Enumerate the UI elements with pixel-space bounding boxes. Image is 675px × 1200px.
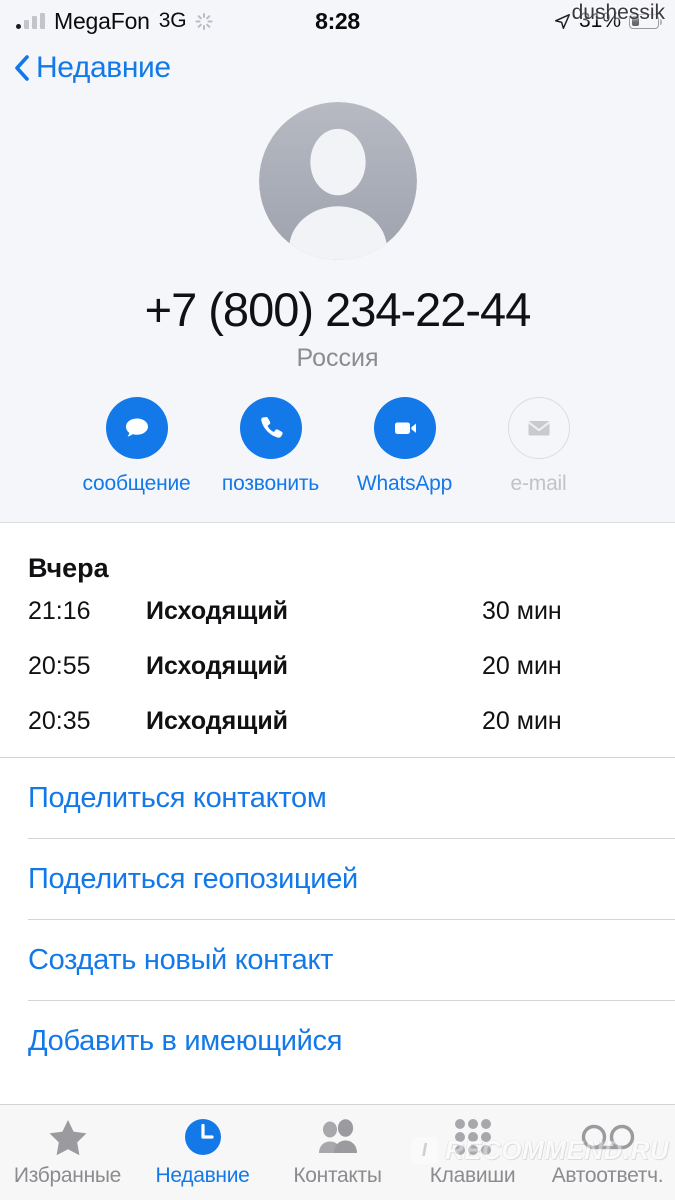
location-arrow-icon bbox=[554, 13, 570, 29]
voicemail-icon bbox=[581, 1117, 635, 1157]
call-action-button[interactable]: позвонить bbox=[204, 397, 338, 496]
create-new-contact-label: Создать новый контакт bbox=[28, 943, 334, 976]
table-row[interactable]: 21:16 Исходящий 30 мин bbox=[0, 584, 675, 639]
email-action-button: e-mail bbox=[472, 397, 606, 496]
call-time: 21:16 bbox=[28, 597, 91, 625]
email-action-label: e-mail bbox=[510, 472, 567, 495]
clock-icon bbox=[183, 1117, 223, 1157]
tab-bar: Избранные Недавние Контакты Клавиши Авто… bbox=[0, 1104, 675, 1200]
call-type: Исходящий bbox=[146, 707, 289, 735]
phone-handset-icon bbox=[260, 416, 283, 438]
default-person-avatar-icon bbox=[258, 102, 417, 260]
table-row[interactable]: 20:35 Исходящий 20 мин bbox=[0, 694, 675, 749]
table-row[interactable]: 20:55 Исходящий 20 мин bbox=[0, 639, 675, 694]
phone-screen: MegaFon 3G 8:28 31% dushessik Недавние +… bbox=[0, 0, 675, 1200]
add-to-existing-contact-button[interactable]: Добавить в имеющийся bbox=[0, 1001, 675, 1081]
tab-favorites[interactable]: Избранные bbox=[0, 1117, 135, 1188]
call-history-title: Вчера bbox=[28, 553, 109, 583]
call-button-circle bbox=[239, 397, 302, 459]
envelope-icon bbox=[527, 421, 550, 436]
whatsapp-button-circle bbox=[373, 397, 436, 459]
share-location-button[interactable]: Поделиться геопозицией bbox=[0, 839, 675, 919]
email-button-circle bbox=[507, 397, 570, 459]
carrier-name: MegaFon bbox=[54, 7, 150, 34]
battery-icon bbox=[629, 13, 663, 29]
status-bar-right: 31% bbox=[554, 9, 663, 33]
people-icon bbox=[316, 1117, 360, 1157]
back-button-label: Недавние bbox=[36, 51, 171, 84]
avatar bbox=[258, 102, 417, 260]
tab-favorites-label: Избранные bbox=[13, 1164, 122, 1187]
contact-options-list: Поделиться контактом Поделиться геопозиц… bbox=[0, 758, 675, 1081]
back-button[interactable]: Недавние bbox=[14, 51, 171, 85]
phone-number: +7 (800) 234-22-44 bbox=[144, 283, 532, 336]
star-icon bbox=[48, 1117, 88, 1157]
call-duration: 20 мин bbox=[482, 707, 562, 735]
action-buttons-row: сообщение позвонить WhatsApp e-mail bbox=[70, 397, 606, 496]
share-contact-button[interactable]: Поделиться контактом bbox=[0, 758, 675, 838]
add-to-existing-label: Добавить в имеющийся bbox=[28, 1024, 343, 1057]
tab-keypad-label: Клавиши bbox=[429, 1164, 516, 1187]
message-action-label: сообщение bbox=[82, 472, 191, 495]
signal-bars-icon bbox=[16, 13, 45, 29]
activity-spinner-icon bbox=[195, 12, 213, 30]
whatsapp-action-label: WhatsApp bbox=[356, 472, 453, 495]
whatsapp-action-button[interactable]: WhatsApp bbox=[338, 397, 472, 496]
call-history-section: Вчера 21:16 Исходящий 30 мин 20:55 Исход… bbox=[0, 523, 675, 758]
call-type: Исходящий bbox=[146, 652, 289, 680]
tab-contacts-label: Контакты bbox=[293, 1164, 382, 1187]
tab-contacts[interactable]: Контакты bbox=[270, 1117, 405, 1188]
share-contact-label: Поделиться контактом bbox=[28, 781, 327, 814]
tab-recents-label: Недавние bbox=[155, 1164, 250, 1187]
call-duration: 30 мин bbox=[482, 597, 562, 625]
status-bar: MegaFon 3G 8:28 31% dushessik bbox=[0, 0, 675, 42]
call-action-label: позвонить bbox=[221, 472, 320, 495]
navigation-bar: Недавние bbox=[0, 42, 675, 94]
create-new-contact-button[interactable]: Создать новый контакт bbox=[0, 920, 675, 1000]
call-time: 20:35 bbox=[28, 707, 91, 735]
battery-percentage: 31% bbox=[578, 9, 621, 32]
video-camera-icon bbox=[394, 422, 416, 434]
keypad-icon bbox=[454, 1117, 492, 1157]
network-type: 3G bbox=[158, 9, 187, 32]
country-label: Россия bbox=[296, 344, 379, 372]
call-type: Исходящий bbox=[146, 597, 289, 625]
message-bubble-icon bbox=[125, 418, 148, 437]
call-time: 20:55 bbox=[28, 652, 91, 680]
tab-keypad[interactable]: Клавиши bbox=[405, 1117, 540, 1188]
status-bar-left: MegaFon 3G bbox=[16, 7, 213, 35]
message-action-button[interactable]: сообщение bbox=[70, 397, 204, 496]
tab-voicemail[interactable]: Автоответч. bbox=[540, 1117, 675, 1188]
tab-voicemail-label: Автоответч. bbox=[551, 1164, 664, 1187]
tab-recents[interactable]: Недавние bbox=[135, 1117, 270, 1188]
message-button-circle bbox=[105, 397, 168, 459]
call-duration: 20 мин bbox=[482, 652, 562, 680]
chevron-left-icon bbox=[15, 55, 29, 81]
contact-header: +7 (800) 234-22-44 Россия сообщение позв… bbox=[0, 94, 675, 523]
share-location-label: Поделиться геопозицией bbox=[28, 862, 358, 895]
